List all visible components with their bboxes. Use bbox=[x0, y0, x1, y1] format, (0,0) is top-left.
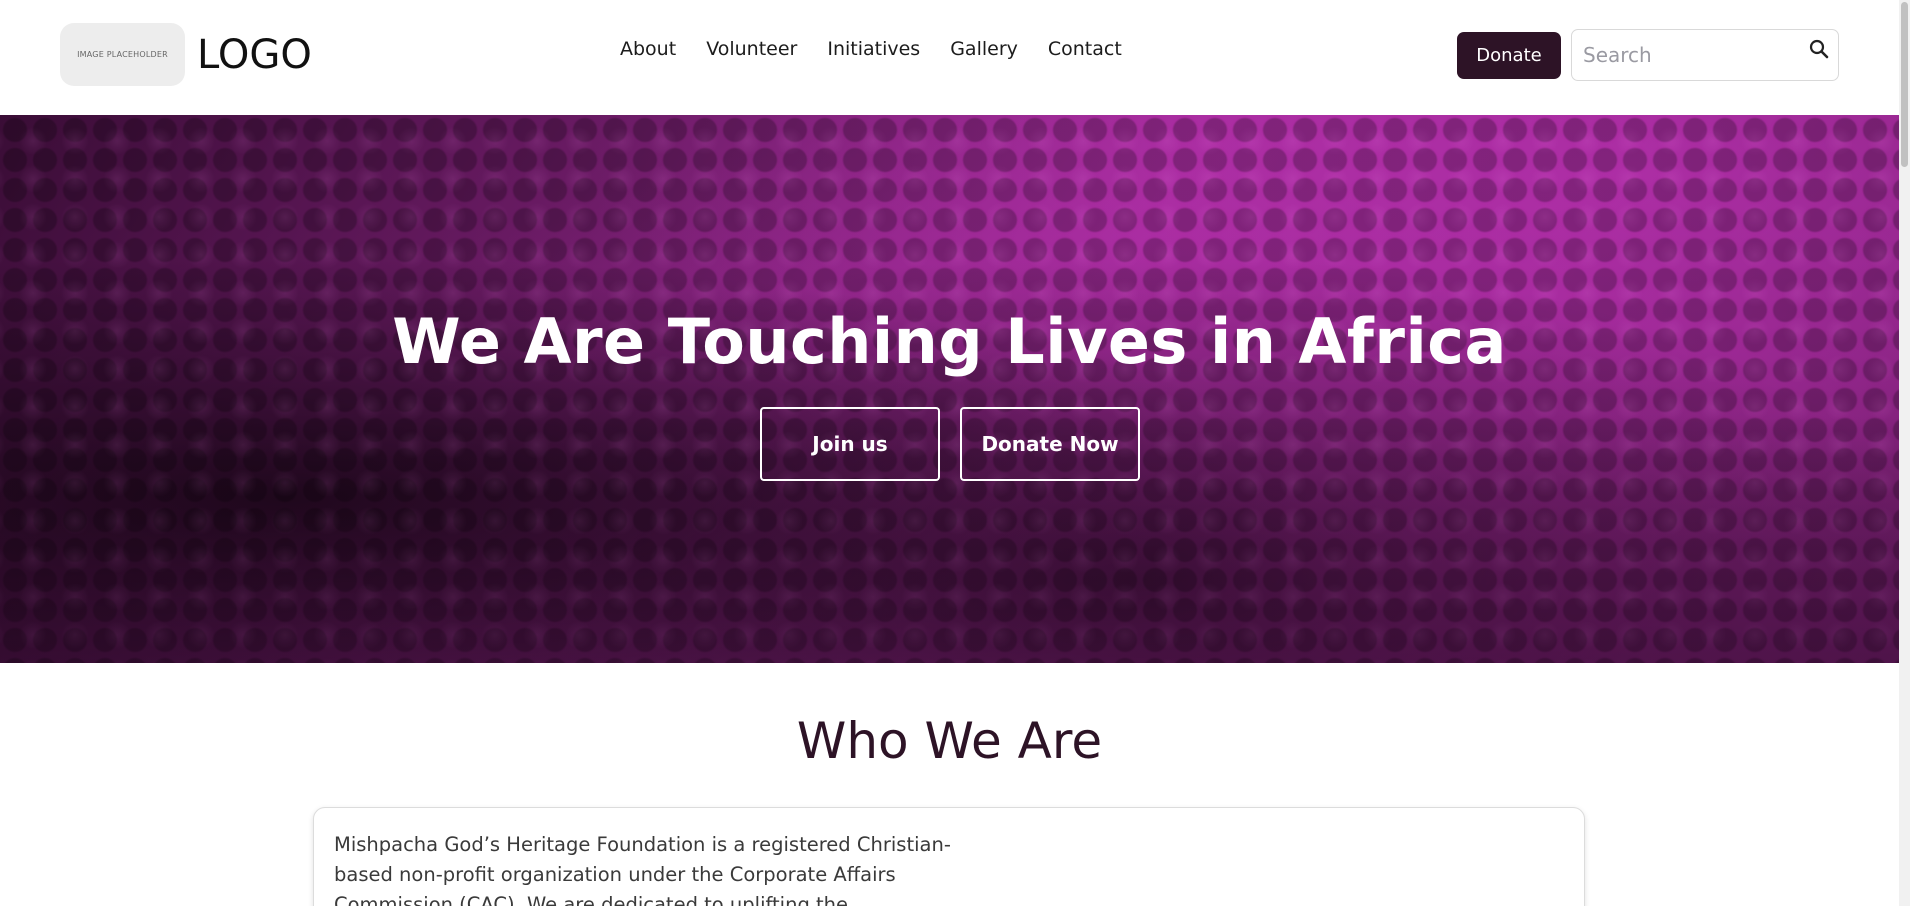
join-us-button[interactable]: Join us bbox=[760, 407, 940, 481]
nav-about[interactable]: About bbox=[620, 38, 676, 60]
about-text: Mishpacha God’s Heritage Foundation is a… bbox=[334, 833, 951, 906]
hero-title: We Are Touching Lives in Africa bbox=[392, 305, 1507, 378]
page: IMAGE PLACEHOLDER LOGO About Volunteer I… bbox=[0, 0, 1910, 906]
nav-initiatives[interactable]: Initiatives bbox=[827, 38, 920, 60]
site-header: IMAGE PLACEHOLDER LOGO About Volunteer I… bbox=[0, 0, 1899, 115]
logo[interactable]: IMAGE PLACEHOLDER LOGO bbox=[60, 23, 312, 86]
who-we-are-title: Who We Are bbox=[796, 712, 1103, 770]
about-card: Mishpacha God’s Heritage Foundation is a… bbox=[313, 807, 1585, 906]
search-box bbox=[1571, 29, 1839, 81]
logo-text: LOGO bbox=[197, 31, 312, 78]
nav-volunteer[interactable]: Volunteer bbox=[706, 38, 797, 60]
page-scrollbar[interactable] bbox=[1899, 0, 1910, 906]
donate-button[interactable]: Donate bbox=[1457, 32, 1561, 79]
search-icon[interactable] bbox=[1808, 38, 1830, 60]
nav-gallery[interactable]: Gallery bbox=[950, 38, 1018, 60]
search-input[interactable] bbox=[1572, 43, 1792, 67]
nav-contact[interactable]: Contact bbox=[1048, 38, 1122, 60]
main-nav: About Volunteer Initiatives Gallery Cont… bbox=[620, 38, 1122, 60]
hero-banner: We Are Touching Lives in Africa Join us … bbox=[0, 115, 1899, 663]
logo-image-placeholder: IMAGE PLACEHOLDER bbox=[60, 23, 185, 86]
donate-now-button[interactable]: Donate Now bbox=[960, 407, 1140, 481]
hero-background-shade bbox=[0, 115, 1899, 663]
scrollbar-thumb[interactable] bbox=[1901, 2, 1908, 167]
